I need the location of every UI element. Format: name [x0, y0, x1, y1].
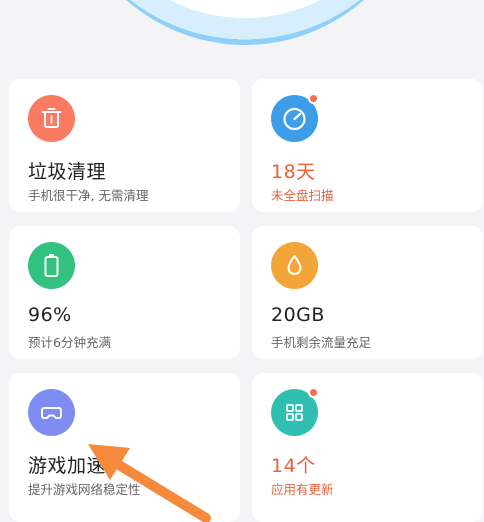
gamepad-icon — [28, 389, 75, 436]
card-title: 20GB — [271, 304, 325, 326]
notification-dot — [308, 93, 319, 104]
apps-grid-icon — [271, 387, 319, 436]
card-subtitle: 应用有更新 — [271, 482, 334, 497]
trash-icon — [28, 95, 75, 142]
notification-dot — [308, 387, 319, 398]
card-subtitle: 预计6分钟充满 — [28, 335, 111, 350]
card-title: 垃圾清理 — [28, 161, 107, 183]
card-title: 18天 — [271, 161, 316, 183]
storage-ring-graphic — [60, 0, 430, 45]
card-full-scan[interactable]: 18天 未全盘扫描 — [252, 79, 483, 212]
card-subtitle: 手机剩余流量充足 — [271, 335, 372, 350]
card-title: 14个 — [271, 455, 316, 477]
card-subtitle: 未全盘扫描 — [271, 188, 334, 203]
annotation-arrow — [88, 444, 211, 522]
droplet-icon — [271, 242, 318, 289]
speedometer-icon — [271, 93, 319, 142]
card-subtitle: 手机很干净, 无需清理 — [28, 188, 149, 203]
card-title: 96% — [28, 304, 72, 326]
card-data-usage[interactable]: 20GB 手机剩余流量充足 — [252, 226, 483, 359]
card-battery[interactable]: 96% 预计6分钟充满 — [9, 226, 240, 359]
battery-icon — [28, 242, 75, 289]
card-trash-cleanup[interactable]: 垃圾清理 手机很干净, 无需清理 — [9, 79, 240, 212]
card-app-updates[interactable]: 14个 应用有更新 — [252, 373, 483, 522]
